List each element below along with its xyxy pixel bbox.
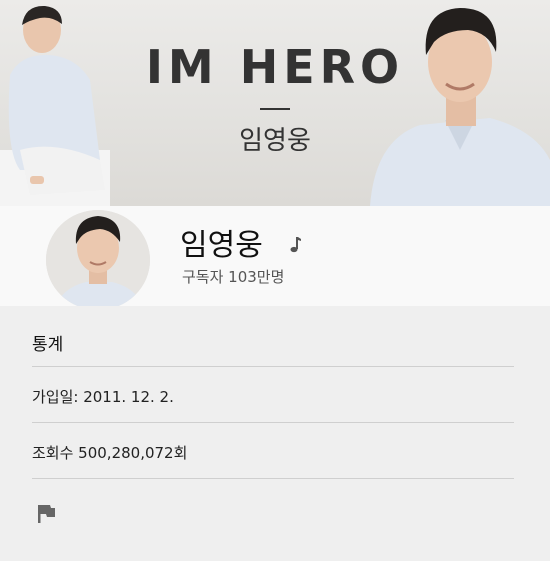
subscriber-count: 구독자 103만명 [182,268,285,286]
banner-divider [260,108,290,110]
view-count: 조회수 500,280,072회 [32,444,188,462]
divider [32,422,514,423]
banner-person-left [0,5,110,206]
avatar-image [46,210,150,310]
avatar[interactable] [46,210,150,310]
channel-header: 임영웅 구독자 103만명 [0,206,550,310]
channel-name: 임영웅 [180,228,263,263]
divider [32,478,514,479]
banner-person-right [370,8,550,206]
flag-icon[interactable] [36,503,56,525]
stats-heading: 통계 [32,335,64,355]
divider [32,366,514,367]
joined-date: 가입일: 2011. 12. 2. [32,388,174,406]
about-panel: 통계 가입일: 2011. 12. 2. 조회수 500,280,072회 [0,306,550,561]
music-note-icon [290,237,301,253]
channel-banner: IM HERO 임영웅 [0,0,550,206]
